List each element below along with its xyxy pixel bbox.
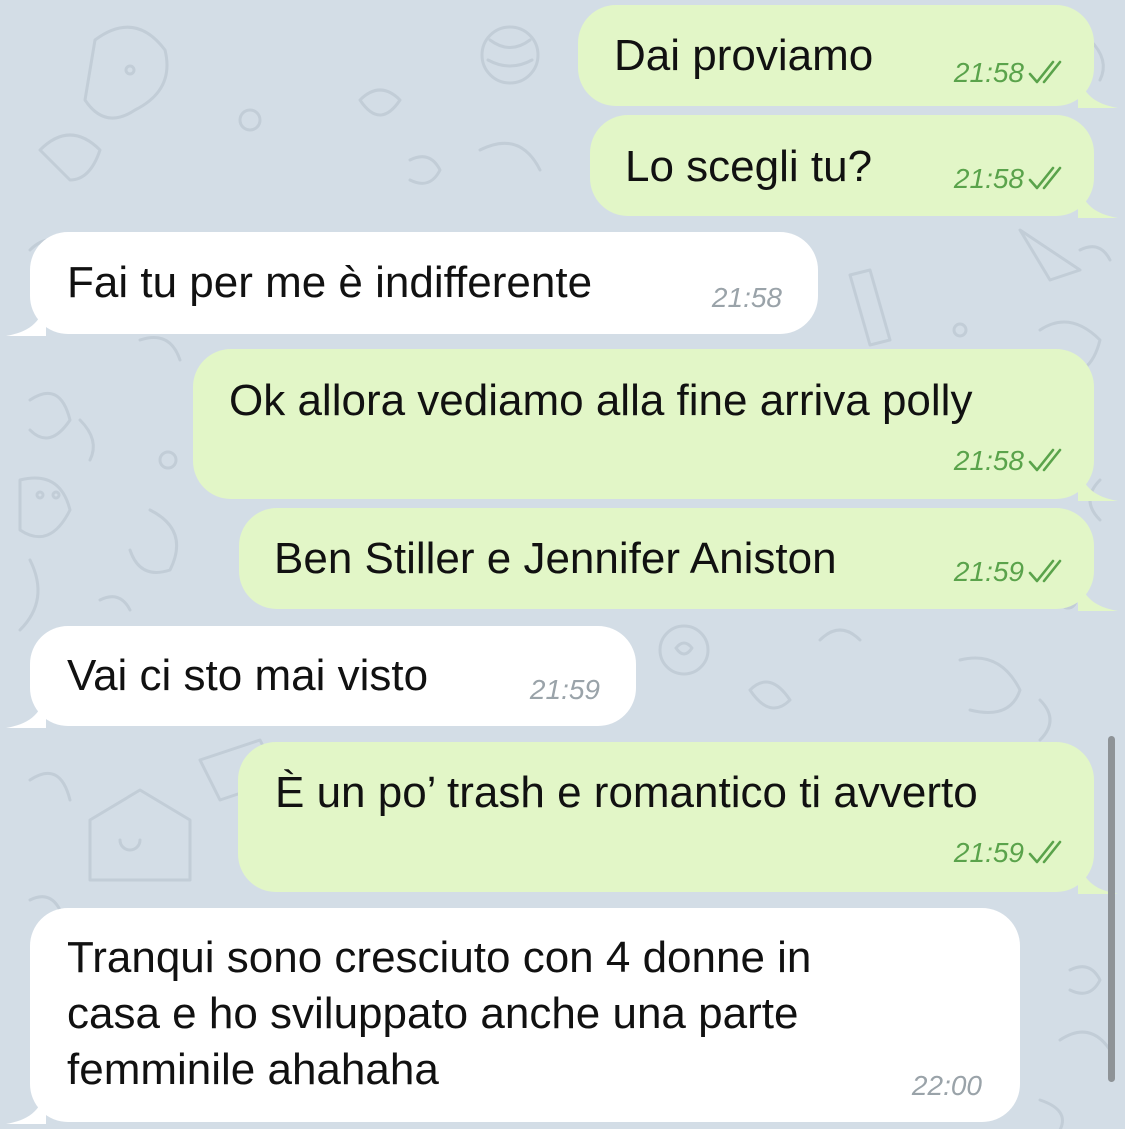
message-text: È un po’ trash e romantico ti avverto xyxy=(275,768,978,817)
double-check-icon xyxy=(1026,839,1068,867)
message-time: 21:58 xyxy=(711,282,782,313)
message-time: 22:00 xyxy=(911,1070,982,1101)
message-time: 21:58 xyxy=(953,57,1024,88)
message-time: 21:58 xyxy=(953,445,1024,476)
double-check-icon xyxy=(1026,59,1068,87)
message-text: Vai ci sto mai visto xyxy=(67,651,429,700)
outgoing-message-bubble[interactable]: Ben Stiller e Jennifer Aniston 21:59 xyxy=(239,508,1118,611)
incoming-message-bubble[interactable]: Fai tu per me è indifferente 21:58 xyxy=(6,232,818,336)
message-meta: 21:59 xyxy=(954,837,1068,869)
message-meta: 21:58 xyxy=(954,445,1068,477)
message-time: 21:59 xyxy=(529,674,600,705)
message-text: Lo scegli tu? xyxy=(625,142,873,191)
outgoing-message-bubble[interactable]: È un po’ trash e romantico ti avverto 21… xyxy=(238,742,1118,894)
bubble-tail xyxy=(1078,577,1118,611)
bubble-tail xyxy=(6,302,46,336)
message-text: Tranqui sono cresciuto con 4 donne in ca… xyxy=(67,933,812,1094)
outgoing-message-bubble[interactable]: Ok allora vediamo alla fine arriva polly… xyxy=(193,349,1118,501)
message-time: 21:58 xyxy=(953,163,1024,194)
message-meta: 21:58 xyxy=(712,282,782,314)
bubble-tail xyxy=(6,694,46,728)
bubble-tail xyxy=(1078,467,1118,501)
bubble-tail xyxy=(6,1090,46,1124)
bubble-tail xyxy=(1078,184,1118,218)
incoming-message-bubble[interactable]: Vai ci sto mai visto 21:59 xyxy=(6,626,636,728)
scrollbar-thumb[interactable] xyxy=(1108,736,1115,1082)
incoming-message-bubble[interactable]: Tranqui sono cresciuto con 4 donne in ca… xyxy=(6,908,1020,1124)
double-check-icon xyxy=(1026,447,1068,475)
message-meta: 21:59 xyxy=(954,556,1068,588)
message-meta: 21:58 xyxy=(954,57,1068,89)
message-text: Fai tu per me è indifferente xyxy=(67,258,593,307)
bubble-tail xyxy=(1078,74,1118,108)
message-text: Ok allora vediamo alla fine arriva polly xyxy=(229,376,973,425)
message-text: Ben Stiller e Jennifer Aniston xyxy=(274,534,837,583)
double-check-icon xyxy=(1026,558,1068,586)
message-time: 21:59 xyxy=(953,837,1024,868)
message-meta: 22:00 xyxy=(912,1070,982,1102)
message-text: Dai proviamo xyxy=(614,31,874,80)
message-time: 21:59 xyxy=(953,556,1024,587)
outgoing-message-bubble[interactable]: Lo scegli tu? 21:58 xyxy=(590,115,1118,218)
outgoing-message-bubble[interactable]: Dai proviamo 21:58 xyxy=(578,5,1118,108)
message-meta: 21:58 xyxy=(954,163,1068,195)
double-check-icon xyxy=(1026,165,1068,193)
message-meta: 21:59 xyxy=(530,674,600,706)
